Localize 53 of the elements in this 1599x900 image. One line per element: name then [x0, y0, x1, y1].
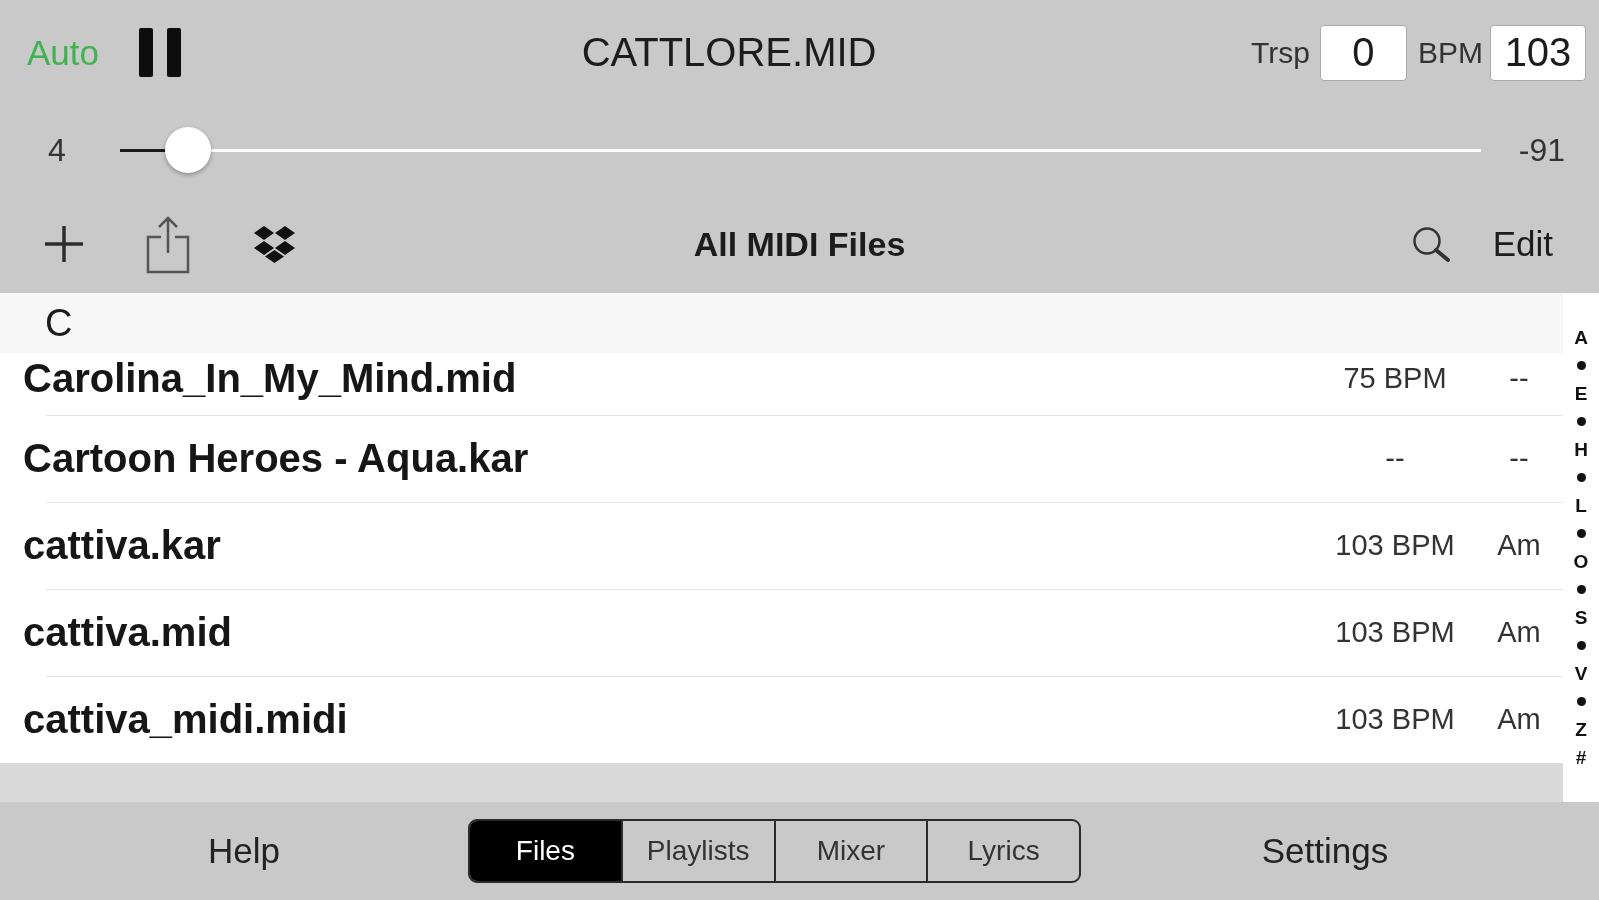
search-icon[interactable] — [1411, 226, 1450, 262]
remaining-time: -91 — [1518, 131, 1565, 169]
share-icon[interactable] — [146, 214, 190, 274]
slider-thumb[interactable] — [164, 127, 211, 173]
index-letter[interactable]: E — [1574, 379, 1588, 408]
index-dot-icon[interactable] — [1576, 473, 1586, 482]
transpose-label: Trsp — [1251, 35, 1310, 70]
elapsed-time: 4 — [48, 131, 66, 169]
song-title: CATTLORE.MID — [581, 30, 877, 75]
pause-icon[interactable] — [139, 28, 181, 77]
view-tab[interactable]: Mixer — [773, 821, 927, 881]
settings-button[interactable]: Settings — [1261, 831, 1389, 871]
index-dot-icon[interactable] — [1576, 641, 1586, 650]
index-dot-icon[interactable] — [1576, 529, 1586, 538]
index-dot-icon[interactable] — [1576, 361, 1586, 370]
file-name: cattiva.kar — [23, 523, 221, 568]
help-button[interactable]: Help — [208, 831, 280, 871]
tempo-text: -- — [1385, 442, 1405, 475]
list-title: All MIDI Files — [693, 224, 906, 264]
edit-button[interactable]: Edit — [1492, 224, 1553, 264]
file-name: cattiva.mid — [23, 610, 232, 655]
key-text: Am — [1497, 703, 1541, 736]
key-text: Am — [1497, 616, 1541, 649]
file-name: Cartoon Heroes - Aqua.kar — [23, 436, 529, 481]
key-text: -- — [1509, 442, 1529, 475]
transpose-field[interactable]: 0 — [1320, 24, 1407, 81]
index-letter[interactable]: H — [1574, 435, 1588, 464]
view-tab[interactable]: Files — [470, 821, 621, 881]
index-dot-icon[interactable] — [1576, 417, 1586, 426]
tempo-field[interactable]: 103 — [1490, 24, 1586, 81]
index-letter[interactable]: # — [1575, 743, 1587, 772]
index-dot-icon[interactable] — [1576, 585, 1586, 594]
view-tab[interactable]: Lyrics — [926, 821, 1079, 881]
diamonds-icon[interactable] — [253, 225, 296, 263]
index-dot-icon[interactable] — [1576, 697, 1586, 706]
index-letter[interactable]: O — [1573, 547, 1589, 576]
file-name: Carolina_In_My_Mind.mid — [23, 355, 517, 401]
tempo-text: 103 BPM — [1335, 529, 1455, 562]
index-letter[interactable]: S — [1574, 603, 1588, 632]
index-letter[interactable]: L — [1575, 491, 1587, 520]
tempo-text: 75 BPM — [1343, 361, 1447, 395]
tempo-text: 103 BPM — [1335, 616, 1455, 649]
key-text: -- — [1509, 361, 1529, 395]
index-letter[interactable]: A — [1574, 323, 1588, 352]
section-letter: C — [45, 301, 73, 345]
index-letter[interactable]: V — [1574, 659, 1588, 688]
tempo-text: 103 BPM — [1335, 703, 1455, 736]
index-letter[interactable]: Z — [1575, 715, 1587, 744]
file-name: cattiva_midi.midi — [23, 697, 348, 742]
view-tab[interactable]: Playlists — [620, 821, 774, 881]
tempo-label: BPM — [1418, 35, 1483, 70]
key-text: Am — [1497, 529, 1541, 562]
plus-icon[interactable] — [45, 226, 83, 262]
